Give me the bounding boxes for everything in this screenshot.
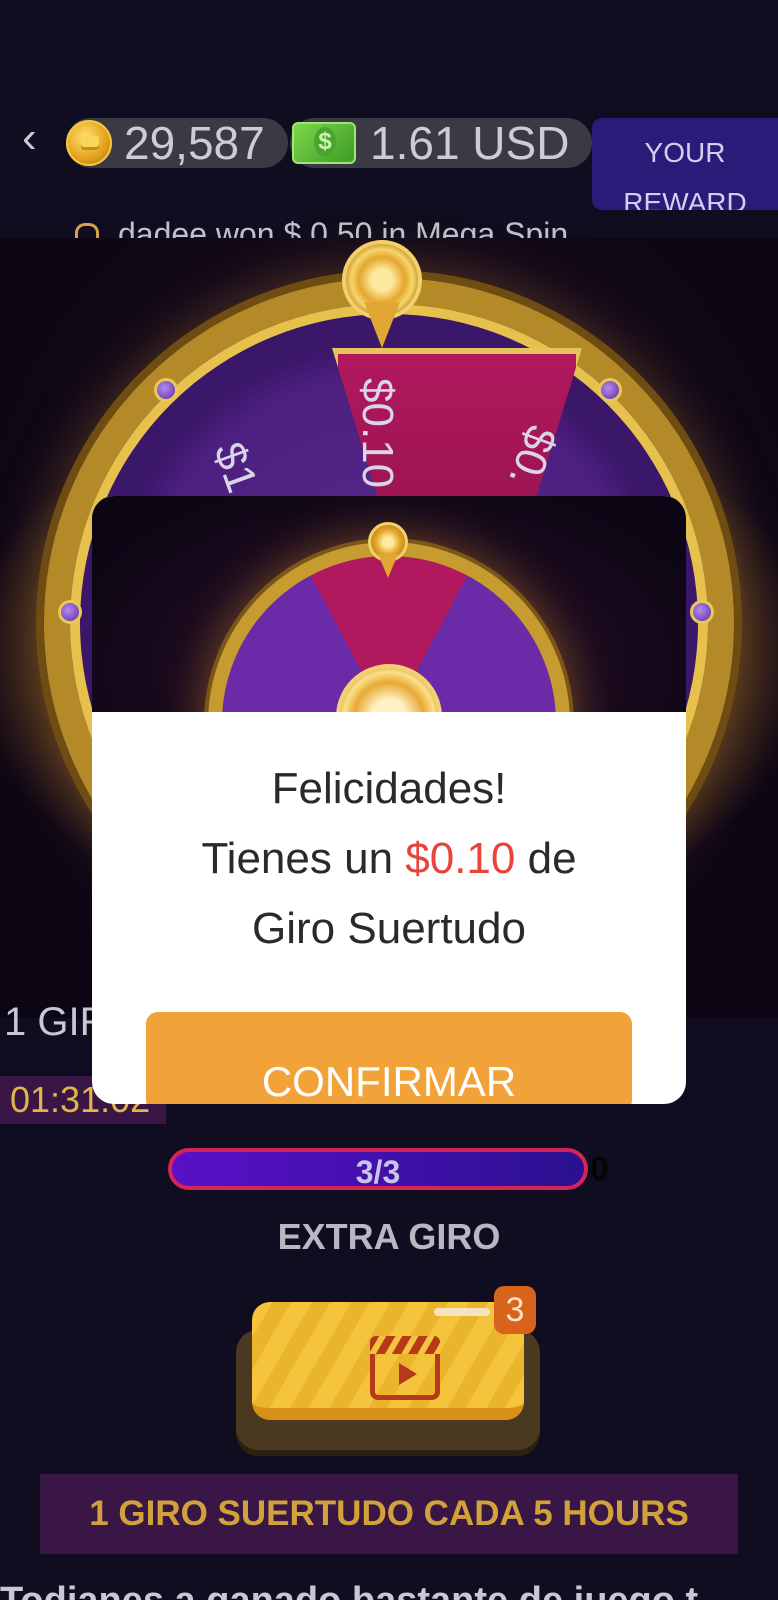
progress-tail: 0: [590, 1150, 609, 1188]
reward-label-line2: REWARD: [623, 187, 747, 210]
coin-icon: [66, 120, 112, 166]
modal-message-line3: Giro Suertudo: [252, 904, 526, 953]
confirm-button[interactable]: CONFIRMAR: [146, 1012, 632, 1104]
modal-title: Felicidades!: [271, 764, 507, 813]
cash-icon: [292, 122, 356, 164]
spin-frequency-banner: 1 GIRO SUERTUDO CADA 5 HOURS: [40, 1474, 738, 1554]
clapper-video-icon: [370, 1336, 440, 1400]
wheel-pointer: [342, 240, 422, 350]
wheel-label-center: $0.10: [353, 378, 402, 489]
modal-prefix: Tienes un: [201, 834, 406, 883]
video-button-face: [252, 1302, 524, 1420]
video-count-badge: 3: [494, 1286, 536, 1334]
wheel-bolt: [58, 600, 82, 624]
reward-modal: Felicidades! Tienes un $0.10 de Giro Sue…: [92, 496, 686, 1104]
footer-text: Todianes a ganado bastante de juego t: [0, 1580, 698, 1600]
modal-hero-image: [92, 496, 686, 712]
video-button-shine: [434, 1308, 490, 1316]
extra-giro-label: EXTRA GIRO: [277, 1216, 501, 1257]
modal-suffix: de: [515, 834, 577, 883]
wheel-bolt: [598, 378, 622, 402]
cash-amount: 1.61 USD: [370, 117, 570, 169]
extra-spin-progress: 3/3: [168, 1148, 588, 1190]
wheel-bolt: [690, 600, 714, 624]
reward-label-line1: YOUR: [644, 137, 726, 168]
cash-balance: 1.61 USD: [290, 118, 592, 168]
watch-video-button[interactable]: 3: [236, 1286, 540, 1450]
modal-amount: $0.10: [405, 834, 516, 883]
modal-message-line: Tienes un $0.10 de: [92, 824, 686, 894]
your-reward-button[interactable]: YOUR REWARD: [592, 118, 778, 210]
back-chevron-icon[interactable]: ‹: [22, 116, 56, 162]
modal-body: Felicidades! Tienes un $0.10 de Giro Sue…: [92, 712, 686, 1104]
coin-amount: 29,587: [124, 117, 265, 169]
pointer-tip: [364, 302, 400, 348]
modal-wheel-pointer: [368, 522, 408, 582]
coin-balance: 29,587: [66, 118, 288, 168]
wheel-bolt: [154, 378, 178, 402]
